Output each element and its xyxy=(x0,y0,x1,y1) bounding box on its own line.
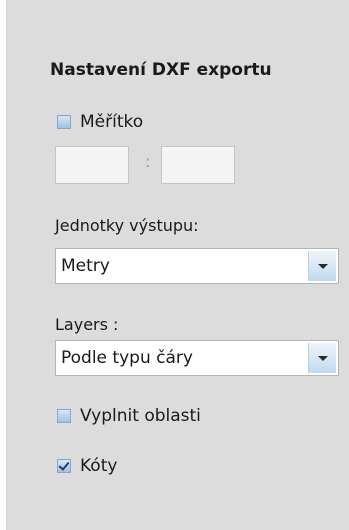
scale-left-input[interactable] xyxy=(55,146,129,184)
output-units-dropdown[interactable]: Metry xyxy=(55,248,339,284)
chevron-down-icon xyxy=(317,355,328,361)
scale-checkbox[interactable] xyxy=(57,115,71,129)
panel-title: Nastavení DXF exportu xyxy=(50,60,272,80)
output-units-value: Metry xyxy=(61,256,110,276)
scale-checkbox-row[interactable]: Měřítko xyxy=(57,112,143,132)
fill-areas-checkbox-label: Vyplnit oblasti xyxy=(80,406,201,426)
output-units-label: Jednotky výstupu: xyxy=(55,216,199,235)
chevron-down-icon xyxy=(317,263,328,269)
layers-dropdown-button[interactable] xyxy=(308,343,336,373)
fill-areas-checkbox-row[interactable]: Vyplnit oblasti xyxy=(57,406,201,426)
dimensions-checkbox-label: Kóty xyxy=(80,456,118,476)
dimensions-checkbox-row[interactable]: Kóty xyxy=(57,456,117,476)
layers-dropdown[interactable]: Podle typu čáry xyxy=(55,340,339,376)
layers-value: Podle typu čáry xyxy=(61,348,193,368)
fill-areas-checkbox[interactable] xyxy=(57,409,71,423)
scale-separator: : xyxy=(145,152,151,171)
dxf-export-panel: Nastavení DXF exportu Měřítko : Jednotky… xyxy=(6,0,349,530)
layers-label: Layers : xyxy=(55,315,119,334)
scale-checkbox-label: Měřítko xyxy=(80,112,144,132)
output-units-dropdown-button[interactable] xyxy=(308,251,336,281)
dimensions-checkbox[interactable] xyxy=(57,459,71,473)
scale-right-input[interactable] xyxy=(161,146,235,184)
